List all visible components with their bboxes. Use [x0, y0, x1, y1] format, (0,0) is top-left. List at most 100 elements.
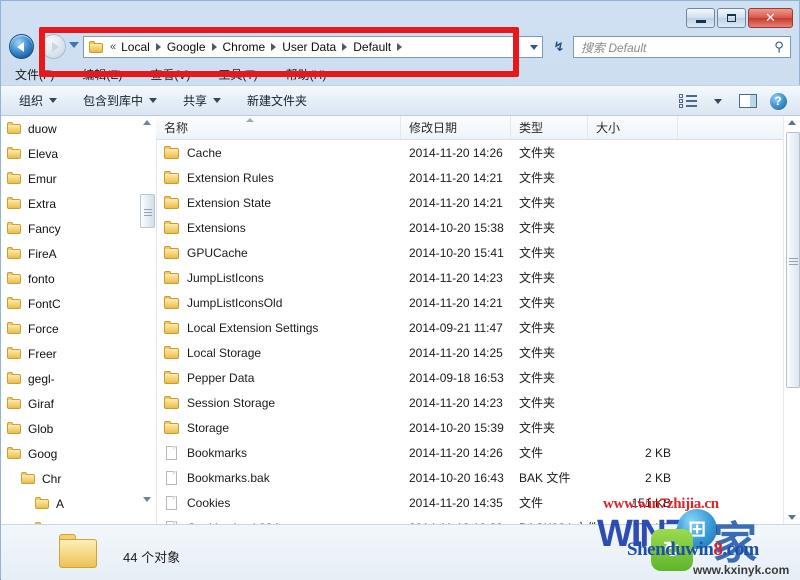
file-list-scrollbar-thumb[interactable]	[786, 132, 800, 388]
tree-item[interactable]: gegl-	[1, 366, 156, 391]
close-button[interactable]: ✕	[748, 8, 793, 28]
file-name-label: Bookmarks.bak	[187, 470, 270, 485]
cell-size	[596, 215, 671, 240]
column-header-type[interactable]: 类型	[511, 116, 588, 139]
menu-item-view[interactable]: 查看(V)	[150, 66, 190, 83]
breadcrumb-separator-icon[interactable]	[342, 43, 348, 51]
table-row[interactable]: Storage 2014-10-20 15:39 文件夹	[156, 415, 783, 440]
menu-item-edit[interactable]: 编辑(E)	[82, 66, 122, 83]
share-button[interactable]: 共享	[183, 92, 222, 109]
breadcrumb-item-default[interactable]: Default	[350, 38, 394, 56]
tree-item[interactable]: U	[1, 516, 156, 524]
breadcrumb-separator-icon[interactable]	[271, 43, 277, 51]
tree-item[interactable]: Giraf	[1, 391, 156, 416]
table-row[interactable]: Pepper Data 2014-09-18 16:53 文件夹	[156, 365, 783, 390]
cell-date: 2014-11-20 14:23	[409, 270, 503, 285]
tree-item-label: Eleva	[28, 146, 59, 161]
table-row[interactable]: Extension Rules 2014-11-20 14:21 文件夹	[156, 165, 783, 190]
column-header-size[interactable]: 大小	[588, 116, 678, 139]
table-row[interactable]: Local Extension Settings 2014-09-21 11:47…	[156, 315, 783, 340]
search-icon[interactable]: ⚲	[768, 39, 790, 55]
scroll-down-icon[interactable]	[143, 497, 151, 502]
tree-item[interactable]: fonto	[1, 266, 156, 291]
breadcrumb-separator-icon[interactable]	[211, 43, 217, 51]
navigation-scrollbar[interactable]	[139, 116, 156, 524]
table-row[interactable]: Local Storage 2014-11-20 14:25 文件夹	[156, 340, 783, 365]
cell-name: Bookmarks.bak	[164, 465, 270, 490]
search-input[interactable]: 搜索 Default	[574, 39, 768, 56]
maximize-button[interactable]	[717, 8, 746, 28]
organize-label: 组织	[19, 94, 44, 108]
cell-type: 文件夹	[519, 346, 556, 360]
tree-item[interactable]: duow	[1, 116, 156, 141]
watermark-shendu-suffix: .com	[722, 539, 759, 560]
search-box[interactable]: 搜索 Default ⚲	[573, 36, 791, 58]
refresh-button[interactable]: ↯	[547, 36, 571, 58]
tree-item[interactable]: Fancy	[1, 216, 156, 241]
tree-item[interactable]: Force	[1, 316, 156, 341]
table-row[interactable]: Bookmarks 2014-11-20 14:26 文件 2 KB	[156, 440, 783, 465]
table-row[interactable]: Session Storage 2014-11-20 14:23 文件夹	[156, 390, 783, 415]
file-list-scrollbar[interactable]	[783, 116, 800, 524]
breadcrumb-item-local[interactable]: Local	[118, 38, 153, 56]
breadcrumb-item-chrome[interactable]: Chrome	[220, 38, 269, 56]
breadcrumb-bar[interactable]: « Local Google Chrome User Data Default	[83, 36, 543, 58]
minimize-button[interactable]	[686, 8, 715, 28]
breadcrumb-separator-icon[interactable]	[397, 43, 403, 51]
navigation-scrollbar-thumb[interactable]	[140, 194, 155, 228]
table-row[interactable]: JumpListIcons 2014-11-20 14:23 文件夹	[156, 265, 783, 290]
folder-tree[interactable]: duow Eleva Emur Extra Fancy FireA fonto FontC Fo…	[1, 116, 156, 524]
breadcrumb-item-google[interactable]: Google	[164, 38, 209, 56]
view-dropdown-button[interactable]	[705, 90, 731, 112]
tree-item[interactable]: Extra	[1, 191, 156, 216]
table-row[interactable]: Bookmarks.bak 2014-10-20 16:43 BAK 文件 2 KB	[156, 465, 783, 490]
menu-item-tools[interactable]: 工具(T)	[218, 66, 257, 83]
tree-item-label: Freer	[28, 346, 57, 361]
menu-item-help[interactable]: 帮助(H)	[286, 66, 327, 83]
cell-date: 2014-11-20 14:26	[409, 145, 503, 160]
breadcrumb-caret-icon[interactable]	[530, 45, 538, 50]
table-row[interactable]: Cache 2014-11-20 14:26 文件夹	[156, 140, 783, 165]
change-view-button[interactable]	[675, 90, 701, 112]
menu-item-file[interactable]: 文件(F)	[15, 66, 54, 83]
organize-button[interactable]: 组织	[19, 92, 58, 109]
help-button[interactable]: ?	[765, 90, 791, 112]
tree-item-label: FireA	[28, 246, 57, 261]
tree-item[interactable]: Goog	[1, 441, 156, 466]
tree-item[interactable]: FontC	[1, 291, 156, 316]
history-dropdown-icon[interactable]	[69, 42, 79, 48]
breadcrumb-separator-icon[interactable]	[155, 43, 161, 51]
breadcrumb-item-user-data[interactable]: User Data	[279, 38, 339, 56]
tree-item[interactable]: Emur	[1, 166, 156, 191]
back-button[interactable]	[9, 34, 34, 59]
preview-pane-button[interactable]	[735, 90, 761, 112]
cell-name: JumpListIconsOld	[164, 290, 282, 315]
navigation-pane[interactable]: duow Eleva Emur Extra Fancy FireA fonto FontC Fo…	[1, 116, 157, 524]
forward-button[interactable]	[41, 34, 66, 59]
file-rows[interactable]: Cache 2014-11-20 14:26 文件夹 Extension Rules 2…	[156, 140, 783, 524]
scroll-up-icon[interactable]	[143, 120, 151, 125]
tree-item[interactable]: Eleva	[1, 141, 156, 166]
table-row[interactable]: GPUCache 2014-10-20 15:41 文件夹	[156, 240, 783, 265]
scroll-up-icon[interactable]	[788, 120, 796, 125]
tree-item[interactable]: Freer	[1, 341, 156, 366]
table-row[interactable]: Extension State 2014-11-20 14:21 文件夹	[156, 190, 783, 215]
table-row[interactable]: Extensions 2014-10-20 15:38 文件夹	[156, 215, 783, 240]
tree-item[interactable]: A	[1, 491, 156, 516]
scroll-down-icon[interactable]	[788, 515, 796, 520]
include-in-library-button[interactable]: 包含到库中	[83, 92, 158, 109]
command-bar-right-group: ?	[675, 90, 791, 112]
column-header-blank[interactable]	[678, 116, 783, 139]
folder-icon	[164, 420, 181, 435]
file-name-label: Bookmarks	[187, 445, 248, 460]
breadcrumb-overflow[interactable]: «	[110, 41, 116, 53]
column-header-date[interactable]: 修改日期	[401, 116, 511, 139]
tree-item[interactable]: Chr	[1, 466, 156, 491]
tree-item[interactable]: FireA	[1, 241, 156, 266]
table-row[interactable]: JumpListIconsOld 2014-11-20 14:21 文件夹	[156, 290, 783, 315]
new-folder-button[interactable]: 新建文件夹	[247, 92, 307, 109]
tree-item[interactable]: Glob	[1, 416, 156, 441]
cell-type: 文件夹	[519, 246, 556, 260]
column-header-name[interactable]: 名称	[156, 116, 401, 139]
cell-date: 2014-11-20 14:25	[409, 345, 503, 360]
